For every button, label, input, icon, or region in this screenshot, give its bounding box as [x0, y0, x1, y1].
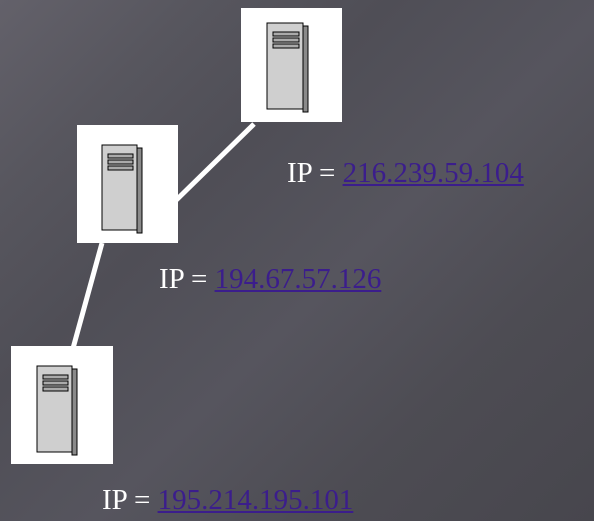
ip-prefix: IP = [159, 263, 215, 295]
ip-prefix: IP = [287, 157, 343, 189]
ip-prefix: IP = [102, 484, 158, 516]
server-icon [36, 365, 78, 456]
ip-label-bottom: IP = 195.214.195.101 [102, 486, 353, 515]
server-node-bottom [11, 346, 113, 464]
server-icon [101, 144, 143, 234]
ip-label-top: IP = 216.239.59.104 [287, 159, 524, 188]
ip-link-bottom[interactable]: 195.214.195.101 [158, 484, 354, 516]
ip-link-mid[interactable]: 194.67.57.126 [215, 263, 382, 295]
ip-label-mid: IP = 194.67.57.126 [159, 265, 381, 294]
server-icon [266, 22, 309, 113]
connection-line-mid-bot [69, 242, 105, 353]
server-node-top [241, 8, 342, 122]
server-node-mid [77, 125, 178, 243]
ip-link-top[interactable]: 216.239.59.104 [343, 157, 524, 189]
